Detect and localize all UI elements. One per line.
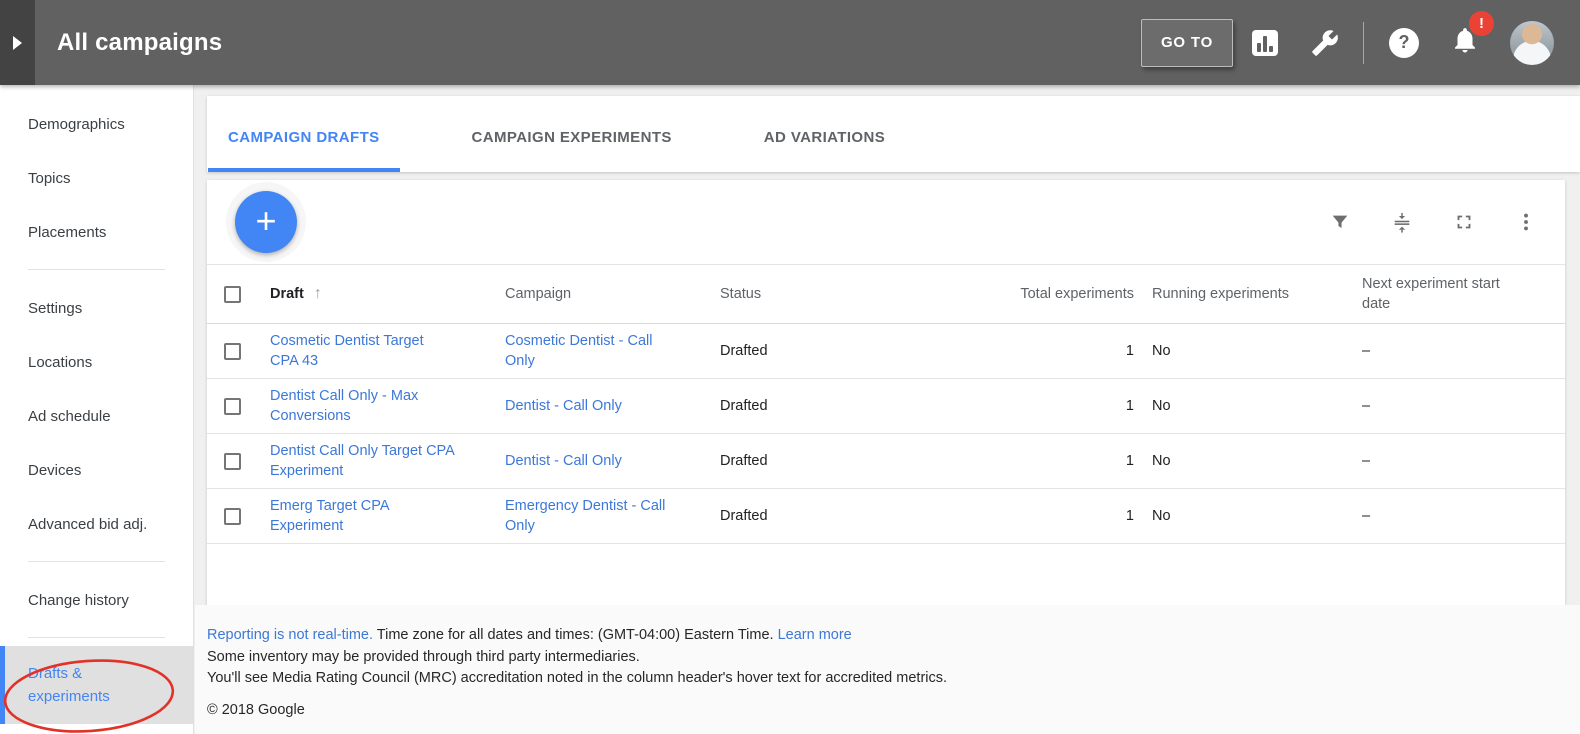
sidebar-item-change-history[interactable]: Change history <box>0 573 193 627</box>
reporting-link[interactable]: Reporting is not real-time. <box>207 627 373 643</box>
help-icon: ? <box>1389 28 1419 58</box>
running-experiments-value: No <box>1134 453 1352 469</box>
sidebar-item-placements[interactable]: Placements <box>0 205 193 259</box>
row-checkbox[interactable] <box>224 343 241 360</box>
sidebar-item-advanced-bid-adj[interactable]: Advanced bid adj. <box>0 497 193 551</box>
drafts-table-card: + <box>207 180 1565 605</box>
next-experiment-start-date-value: – <box>1352 453 1565 469</box>
sidebar-item-locations[interactable]: Locations <box>0 335 193 389</box>
column-header-draft[interactable]: Draft↑ <box>270 285 505 303</box>
sidebar-divider <box>28 561 165 562</box>
avatar[interactable] <box>1510 21 1554 65</box>
next-experiment-start-date-value: – <box>1352 398 1565 414</box>
footer-inventory-line: Some inventory may be provided through t… <box>207 647 1550 669</box>
play-arrow-icon <box>13 36 22 50</box>
table-row: Dentist Call Only Target CPA Experiment … <box>207 434 1565 489</box>
status-value: Drafted <box>720 508 910 524</box>
running-experiments-value: No <box>1134 398 1352 414</box>
row-checkbox[interactable] <box>224 508 241 525</box>
copyright: © 2018 Google <box>207 702 1550 718</box>
status-value: Drafted <box>720 343 910 359</box>
main-content: CAMPAIGN DRAFTS CAMPAIGN EXPERIMENTS AD … <box>195 85 1580 734</box>
notification-badge: ! <box>1469 11 1494 36</box>
tab-campaign-experiments[interactable]: CAMPAIGN EXPERIMENTS <box>452 96 692 172</box>
more-options-button[interactable] <box>1515 211 1537 233</box>
sidebar-item-devices[interactable]: Devices <box>0 443 193 497</box>
sidebar-item-ad-schedule[interactable]: Ad schedule <box>0 389 193 443</box>
selected-indicator-bar <box>0 646 5 724</box>
kebab-menu-icon <box>1515 211 1537 233</box>
status-value: Drafted <box>720 453 910 469</box>
density-icon <box>1391 211 1413 233</box>
draft-link[interactable]: Dentist Call Only Target CPA Experiment <box>270 441 455 481</box>
filter-button[interactable] <box>1329 211 1351 233</box>
help-button[interactable]: ? <box>1374 28 1434 58</box>
sidebar-item-demographics[interactable]: Demographics <box>0 97 193 151</box>
table-row: Emerg Target CPA Experiment Emergency De… <box>207 489 1565 544</box>
column-header-total-experiments[interactable]: Total experiments <box>910 286 1134 302</box>
column-header-running-experiments[interactable]: Running experiments <box>1134 286 1352 302</box>
draft-link[interactable]: Dentist Call Only - Max Conversions <box>270 386 455 426</box>
table-header-row: Draft↑ Campaign Status Total experiments… <box>207 264 1565 324</box>
column-header-campaign[interactable]: Campaign <box>505 286 720 302</box>
table-row: Dentist Call Only - Max Conversions Dent… <box>207 379 1565 434</box>
footer-reporting-line: Reporting is not real-time. Time zone fo… <box>207 625 1550 647</box>
row-checkbox[interactable] <box>224 398 241 415</box>
tab-ad-variations[interactable]: AD VARIATIONS <box>744 96 905 172</box>
nav-expand-button[interactable] <box>0 0 35 85</box>
sidebar: Demographics Topics Placements Settings … <box>0 85 194 734</box>
total-experiments-value: 1 <box>910 398 1134 414</box>
top-app-bar: All campaigns GO TO ? ! <box>0 0 1580 85</box>
sidebar-divider <box>28 637 165 638</box>
next-experiment-start-date-value: – <box>1352 343 1565 359</box>
footer: Reporting is not real-time. Time zone fo… <box>195 605 1580 734</box>
status-value: Drafted <box>720 398 910 414</box>
tab-campaign-drafts[interactable]: CAMPAIGN DRAFTS <box>208 96 400 172</box>
total-experiments-value: 1 <box>910 453 1134 469</box>
tools-button[interactable] <box>1297 29 1353 57</box>
sidebar-item-drafts-experiments[interactable]: Drafts & experiments <box>0 646 193 724</box>
draft-link[interactable]: Emerg Target CPA Experiment <box>270 496 455 536</box>
learn-more-link[interactable]: Learn more <box>778 627 852 643</box>
table-row: Cosmetic Dentist Target CPA 43 Cosmetic … <box>207 324 1565 379</box>
campaign-link[interactable]: Dentist - Call Only <box>505 451 622 471</box>
table-toolbar: + <box>207 180 1565 264</box>
sidebar-divider <box>28 269 165 270</box>
column-header-status[interactable]: Status <box>720 286 910 302</box>
bar-chart-icon <box>1252 30 1278 56</box>
total-experiments-value: 1 <box>910 508 1134 524</box>
select-all-checkbox[interactable] <box>224 286 241 303</box>
row-checkbox[interactable] <box>224 453 241 470</box>
timezone-text: Time zone for all dates and times: (GMT-… <box>373 627 778 643</box>
campaign-link[interactable]: Dentist - Call Only <box>505 396 622 416</box>
notifications-button[interactable]: ! <box>1434 25 1496 60</box>
expand-button[interactable] <box>1453 211 1475 233</box>
total-experiments-value: 1 <box>910 343 1134 359</box>
wrench-icon <box>1311 29 1339 57</box>
filter-icon <box>1329 211 1351 233</box>
draft-link[interactable]: Cosmetic Dentist Target CPA 43 <box>270 331 455 371</box>
plus-icon: + <box>255 200 276 242</box>
topbar-actions: GO TO ? ! <box>1141 0 1580 85</box>
go-to-button[interactable]: GO TO <box>1141 19 1233 67</box>
footer-mrc-line: You'll see Media Rating Council (MRC) ac… <box>207 668 1550 690</box>
column-header-next-experiment-start-date[interactable]: Next experiment start date <box>1352 274 1565 314</box>
campaign-link[interactable]: Cosmetic Dentist - Call Only <box>505 331 673 371</box>
tab-bar: CAMPAIGN DRAFTS CAMPAIGN EXPERIMENTS AD … <box>207 96 1580 172</box>
running-experiments-value: No <box>1134 343 1352 359</box>
next-experiment-start-date-value: – <box>1352 508 1565 524</box>
row-density-button[interactable] <box>1391 211 1413 233</box>
sort-ascending-icon: ↑ <box>314 285 322 303</box>
page-title: All campaigns <box>57 29 222 57</box>
campaign-link[interactable]: Emergency Dentist - Call Only <box>505 496 673 536</box>
topbar-divider <box>1363 22 1364 64</box>
sidebar-item-topics[interactable]: Topics <box>0 151 193 205</box>
add-draft-button[interactable]: + <box>235 191 297 253</box>
sidebar-item-settings[interactable]: Settings <box>0 281 193 335</box>
running-experiments-value: No <box>1134 508 1352 524</box>
reports-button[interactable] <box>1233 30 1297 56</box>
fullscreen-icon <box>1453 211 1475 233</box>
